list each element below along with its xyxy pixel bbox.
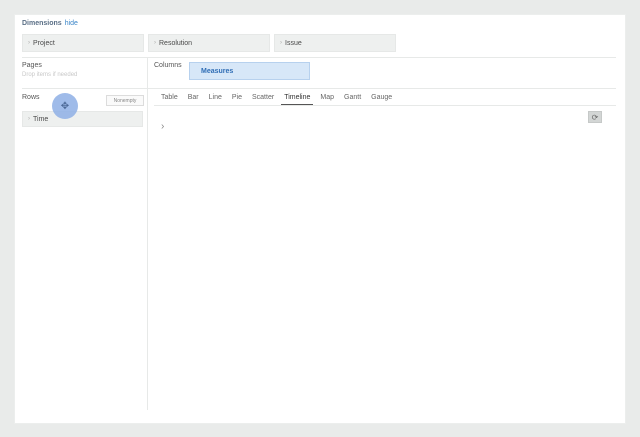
pages-label: Pages	[22, 62, 42, 69]
dimension-project[interactable]: › Project	[22, 34, 144, 52]
expand-icon: ›	[28, 116, 30, 122]
divider	[22, 57, 616, 58]
pages-drop-hint: Drop items if needed	[22, 72, 78, 78]
dimension-label: Project	[33, 39, 55, 47]
tabs-underline	[154, 105, 616, 106]
columns-label: Columns	[154, 62, 182, 69]
tab-bar[interactable]: Bar	[185, 94, 202, 105]
dimensions-title: Dimensions hide	[22, 20, 78, 27]
tab-timeline[interactable]: Timeline	[281, 94, 314, 105]
tab-pie[interactable]: Pie	[229, 94, 245, 105]
tab-gantt[interactable]: Gantt	[341, 94, 364, 105]
tab-scatter[interactable]: Scatter	[249, 94, 277, 105]
move-cursor-icon: ✥	[52, 93, 78, 119]
expand-icon: ›	[28, 40, 30, 46]
dimension-resolution[interactable]: › Resolution	[148, 34, 270, 52]
tab-line[interactable]: Line	[206, 94, 225, 105]
hide-dimensions-link[interactable]: hide	[65, 20, 78, 27]
tab-gauge[interactable]: Gauge	[368, 94, 395, 105]
row-item-label: Time	[33, 115, 49, 123]
divider	[22, 88, 616, 89]
dimension-issue[interactable]: › Issue	[274, 34, 396, 52]
expand-icon: ›	[280, 40, 282, 46]
rows-label: Rows	[22, 94, 40, 101]
dimension-label: Issue	[285, 39, 302, 47]
row-item-time[interactable]: › Time	[22, 111, 143, 127]
measures-column-item[interactable]: Measures	[189, 62, 310, 80]
expand-icon: ›	[154, 40, 156, 46]
dimension-label: Resolution	[159, 39, 193, 47]
refresh-icon[interactable]: ⟳	[588, 111, 602, 123]
chart-type-tabs: Table Bar Line Pie Scatter Timeline Map …	[158, 94, 399, 105]
tab-table[interactable]: Table	[158, 94, 181, 105]
nonempty-button[interactable]: Nonempty	[106, 95, 144, 106]
divider-vertical	[147, 57, 148, 410]
app-frame	[14, 14, 626, 424]
tab-map[interactable]: Map	[317, 94, 337, 105]
chevron-right-icon[interactable]: ›	[161, 121, 164, 132]
dimensions-label: Dimensions	[22, 20, 62, 27]
